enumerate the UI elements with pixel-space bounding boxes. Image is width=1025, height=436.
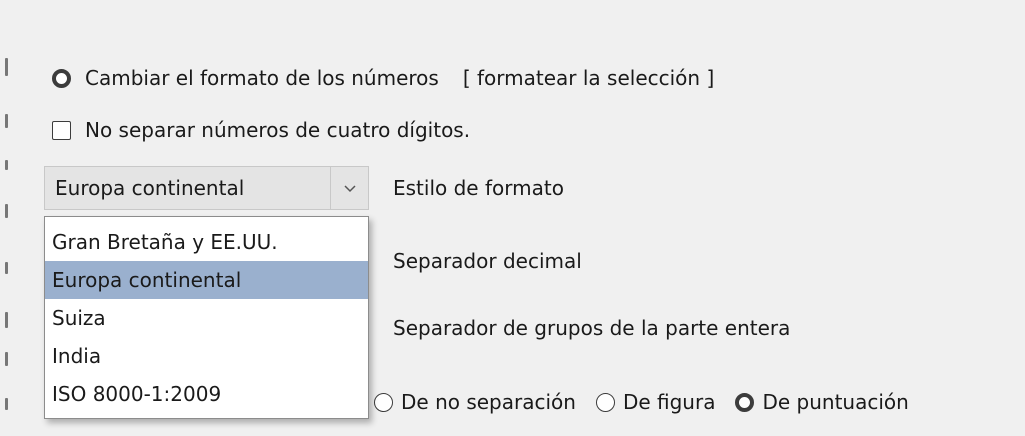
no-break-space-label: De no separación (401, 390, 576, 414)
group-separator-label: Separador de grupos de la parte entera (393, 316, 791, 340)
no-separate-option[interactable]: No separar números de cuatro dígitos. (52, 118, 470, 142)
format-style-dropdown: Gran Bretaña y EE.UU. Europa continental… (44, 216, 369, 419)
no-separate-checkbox[interactable] (52, 120, 71, 140)
punctuation-space-radio[interactable] (735, 392, 755, 412)
format-style-value: Europa continental (55, 176, 245, 200)
figure-space-label: De figura (622, 390, 716, 414)
decimal-separator-label: Separador decimal (393, 249, 582, 273)
format-style-select[interactable]: Europa continental (44, 166, 369, 210)
format-numbers-label: Cambiar el formato de los números (85, 66, 439, 90)
format-numbers-radio[interactable] (52, 68, 71, 88)
format-style-option[interactable]: India (45, 337, 368, 375)
space-type-group: De no separación De figura De puntuación (374, 390, 909, 414)
format-style-option-selected[interactable]: Europa continental (45, 261, 368, 299)
format-numbers-option[interactable]: Cambiar el formato de los números [ form… (52, 66, 714, 90)
chevron-down-icon[interactable] (330, 167, 368, 209)
format-style-option[interactable]: Suiza (45, 299, 368, 337)
no-break-space-radio[interactable] (374, 392, 393, 412)
left-edge-marks (0, 0, 14, 436)
format-selection-link[interactable]: [ formatear la selección ] (463, 66, 714, 90)
format-style-label: Estilo de formato (393, 176, 564, 200)
figure-space-radio[interactable] (595, 392, 615, 412)
format-style-option[interactable]: ISO 8000-1:2009 (45, 375, 368, 413)
format-style-option[interactable]: Gran Bretaña y EE.UU. (45, 223, 368, 261)
punctuation-space-label: De puntuación (762, 390, 909, 414)
no-separate-label: No separar números de cuatro dígitos. (85, 118, 471, 142)
